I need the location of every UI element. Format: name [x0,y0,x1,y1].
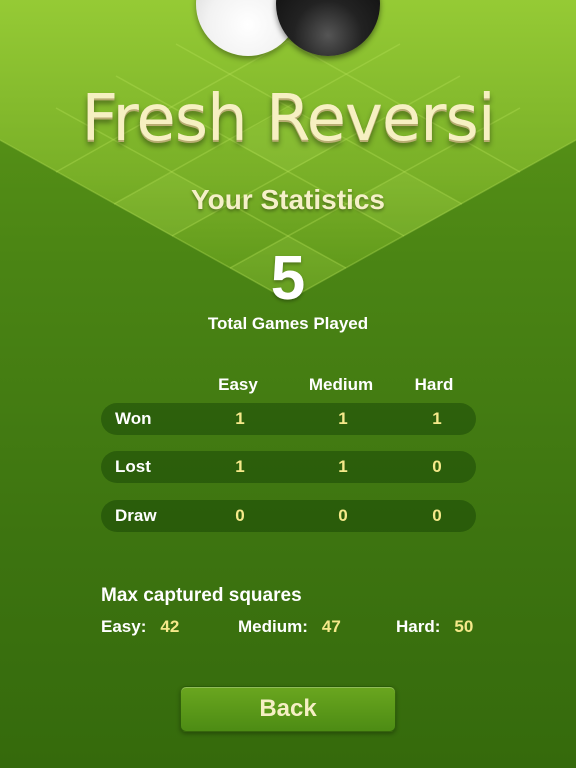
stats-row-won: Won 1 1 1 [101,403,476,435]
stat-cell-hard: 1 [432,409,442,428]
total-games-count: 5 [270,244,306,313]
row-label: Won [115,409,152,428]
column-header-easy: Easy [218,375,258,394]
max-captured-title: Max captured squares [101,585,302,606]
row-label: Draw [115,506,157,525]
stats-row-lost: Lost 1 1 0 [101,451,476,483]
column-header-medium: Medium [308,375,374,394]
max-captured-hard: Hard: 50 [396,617,473,637]
column-header-hard: Hard [414,375,454,394]
stat-cell-medium: 1 [338,457,348,476]
stats-row-draw: Draw 0 0 0 [101,500,476,532]
max-captured-value: 50 [454,617,474,636]
total-games-label: Total Games Played [207,314,369,333]
stat-cell-hard: 0 [432,457,442,476]
max-captured-medium: Medium: 47 [238,617,341,637]
stat-cell-medium: 0 [338,506,348,525]
max-captured-key: Easy: [101,617,147,636]
app-title: Fresh Reversi [81,82,495,156]
row-label: Lost [115,457,151,476]
stat-cell-easy: 1 [235,457,245,476]
stat-cell-medium: 1 [338,409,348,428]
stat-cell-easy: 0 [235,506,245,525]
page-title: Your Statistics [191,184,385,215]
back-button[interactable]: Back [180,686,396,732]
max-captured-value: 47 [321,617,341,636]
stat-cell-hard: 0 [432,506,442,525]
max-captured-easy: Easy: 42 [101,617,179,637]
max-captured-value: 42 [160,617,180,636]
stat-cell-easy: 1 [235,409,245,428]
max-captured-key: Hard: [396,617,441,636]
max-captured-key: Medium: [238,617,308,636]
